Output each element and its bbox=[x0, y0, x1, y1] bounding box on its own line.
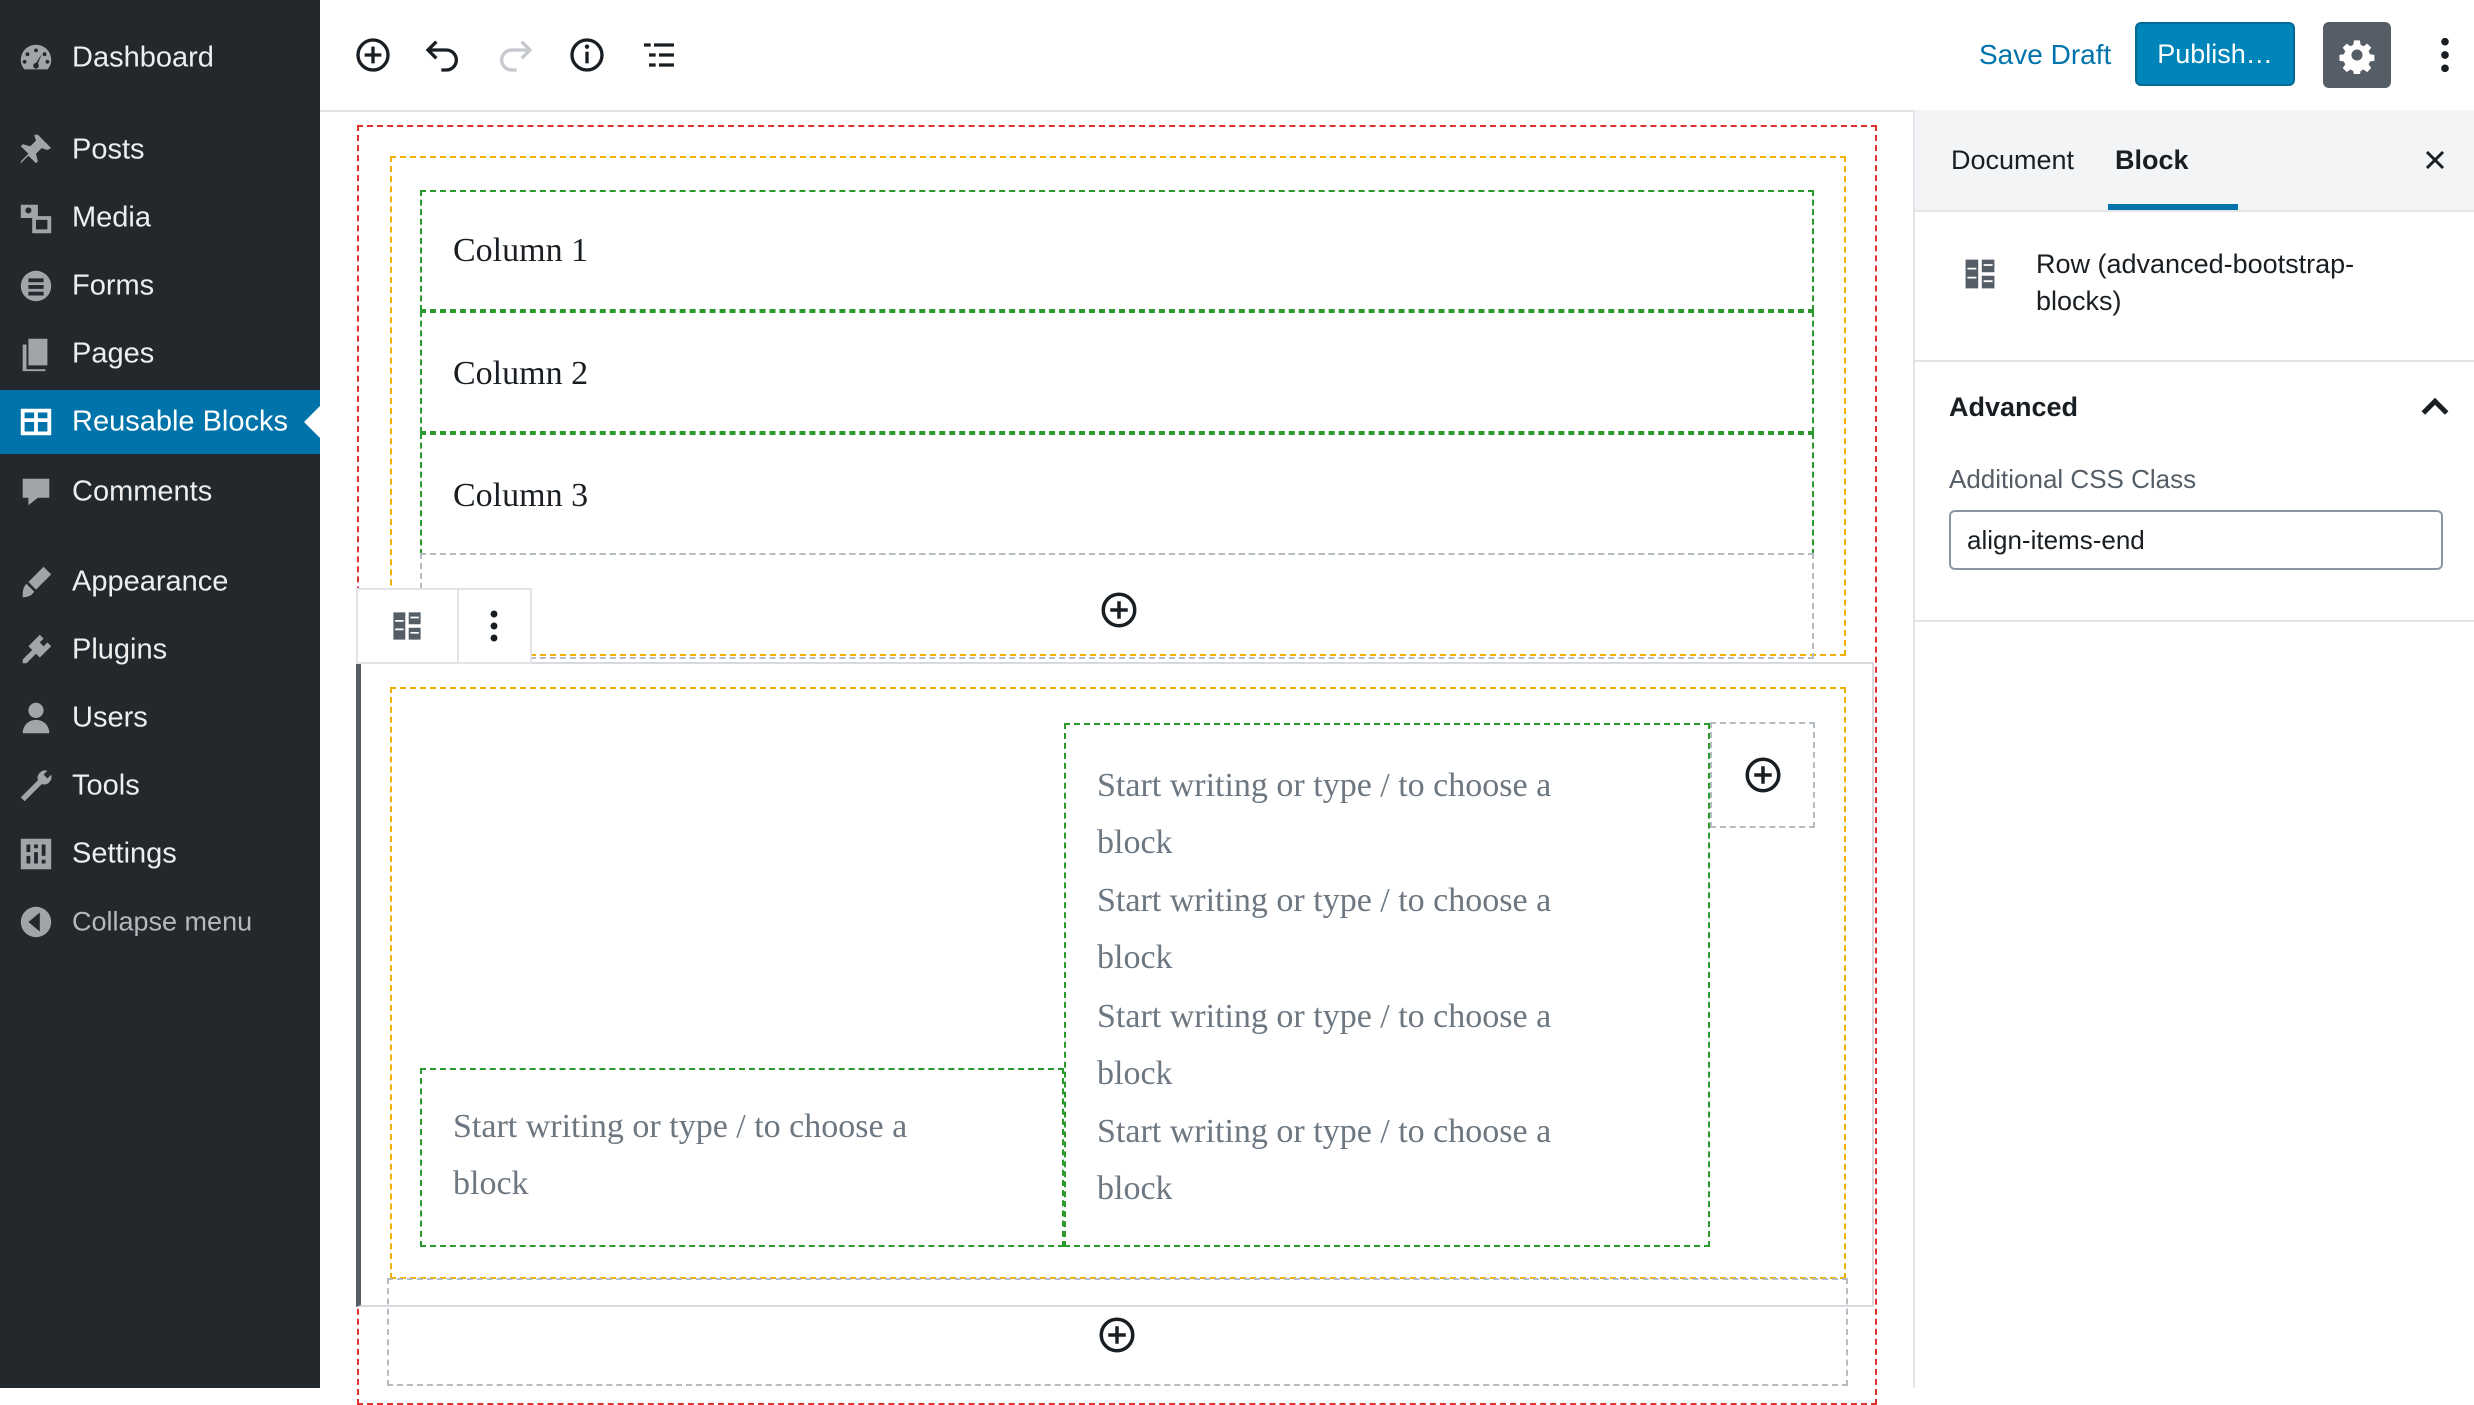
block-toolbar bbox=[356, 588, 532, 664]
pin-icon bbox=[20, 134, 52, 164]
css-class-label: Additional CSS Class bbox=[1949, 464, 2197, 494]
paragraph-placeholder[interactable]: Start writing or type / to choose a block bbox=[1097, 872, 1551, 986]
pages-icon bbox=[22, 338, 48, 372]
menu-item-comments[interactable]: Comments bbox=[0, 460, 320, 524]
column-text[interactable]: Column 2 bbox=[453, 355, 588, 393]
user-icon bbox=[22, 702, 50, 734]
save-draft-button[interactable]: Save Draft bbox=[1979, 30, 2111, 80]
settings-sidebar: Document Block Row (advanced-bootstrap-b… bbox=[1913, 110, 2474, 1388]
collapse-label: Collapse menu bbox=[72, 906, 253, 937]
menu-item-media[interactable]: Media bbox=[0, 186, 320, 250]
menu-label: Dashboard bbox=[72, 41, 214, 74]
menu-label: Comments bbox=[72, 475, 213, 508]
menu-item-settings[interactable]: Settings bbox=[0, 822, 320, 886]
menu-label: Users bbox=[72, 701, 148, 734]
close-sidebar-button[interactable] bbox=[2415, 140, 2455, 180]
forms-icon bbox=[20, 270, 52, 302]
advanced-panel-toggle[interactable]: Advanced bbox=[1949, 392, 2078, 423]
menu-label: Appearance bbox=[72, 565, 229, 598]
menu-label: Media bbox=[72, 201, 151, 234]
redo-button[interactable] bbox=[490, 30, 540, 80]
row-block-icon bbox=[393, 612, 422, 640]
add-block-button[interactable] bbox=[348, 30, 398, 80]
collapse-menu-button[interactable]: Collapse menu bbox=[0, 890, 320, 954]
wrench-icon bbox=[20, 770, 52, 802]
column-block[interactable]: Column 3 bbox=[420, 433, 1814, 555]
row-block-icon bbox=[1965, 259, 1995, 289]
menu-item-dashboard[interactable]: Dashboard bbox=[0, 26, 320, 90]
menu-item-plugins[interactable]: Plugins bbox=[0, 618, 320, 682]
comment-icon bbox=[22, 478, 50, 506]
blocks-icon bbox=[20, 408, 52, 436]
menu-label: Tools bbox=[72, 769, 140, 802]
collapse-icon bbox=[20, 906, 52, 938]
menu-label: Posts bbox=[72, 133, 145, 166]
more-options-button[interactable] bbox=[2420, 30, 2470, 80]
column-text[interactable]: Column 1 bbox=[453, 232, 588, 270]
content-info-button[interactable] bbox=[562, 30, 612, 80]
paragraph-placeholder[interactable]: Start writing or type / to choose a block bbox=[1097, 988, 1551, 1102]
column-block[interactable]: Start writing or type / to choose a block… bbox=[1064, 723, 1710, 1247]
info-icon bbox=[570, 38, 604, 72]
chevron-up-icon[interactable] bbox=[2415, 388, 2455, 428]
menu-item-appearance[interactable]: Appearance bbox=[0, 550, 320, 614]
menu-label: Plugins bbox=[72, 633, 168, 666]
paragraph-placeholder[interactable]: Start writing or type / to choose a block bbox=[1097, 757, 1551, 871]
settings-toggle-button[interactable] bbox=[2323, 22, 2391, 88]
undo-button[interactable] bbox=[418, 30, 468, 80]
column-block[interactable]: Start writing or type / to choose a block bbox=[420, 1068, 1064, 1247]
advanced-panel: Advanced Additional CSS Class bbox=[1915, 362, 2474, 622]
column-text[interactable]: Column 3 bbox=[453, 477, 588, 515]
block-card: Row (advanced-bootstrap-blocks) bbox=[1915, 212, 2474, 362]
paragraph-placeholder[interactable]: Start writing or type / to choose a block bbox=[1097, 1103, 1551, 1217]
list-outline-icon bbox=[644, 43, 674, 67]
more-vertical-icon bbox=[2441, 37, 2449, 73]
menu-item-posts[interactable]: Posts bbox=[0, 118, 320, 182]
brush-icon bbox=[22, 566, 52, 598]
block-type-button[interactable] bbox=[358, 590, 457, 662]
menu-item-forms[interactable]: Forms bbox=[0, 254, 320, 318]
plus-circle-icon[interactable] bbox=[1098, 589, 1140, 631]
menu-label: Settings bbox=[72, 837, 177, 870]
sidebar-tabs: Document Block bbox=[1915, 110, 2474, 212]
menu-label: Reusable Blocks bbox=[72, 405, 288, 438]
menu-label: Forms bbox=[72, 269, 155, 302]
outline-button[interactable] bbox=[634, 30, 684, 80]
editor-toolbar: Save Draft Publish… bbox=[320, 0, 2474, 112]
close-icon bbox=[2425, 150, 2445, 170]
menu-label: Pages bbox=[72, 337, 155, 370]
plus-circle-icon[interactable] bbox=[1096, 1314, 1138, 1356]
tab-block[interactable]: Block bbox=[2115, 110, 2189, 210]
settings-icon bbox=[20, 838, 52, 870]
admin-menu: Dashboard Posts Media Forms Pages Reusab… bbox=[0, 0, 320, 1388]
menu-item-pages[interactable]: Pages bbox=[0, 322, 320, 386]
more-vertical-icon bbox=[490, 610, 498, 642]
menu-item-tools[interactable]: Tools bbox=[0, 754, 320, 818]
block-card-title: Row (advanced-bootstrap-blocks) bbox=[2036, 249, 2355, 316]
redo-icon bbox=[500, 40, 533, 72]
plus-circle-icon[interactable] bbox=[1742, 754, 1784, 796]
media-icon bbox=[20, 204, 52, 234]
css-class-input[interactable] bbox=[1949, 510, 2443, 570]
block-more-options-button[interactable] bbox=[456, 590, 530, 662]
publish-button[interactable]: Publish… bbox=[2135, 22, 2295, 86]
column-block[interactable]: Column 1 bbox=[420, 190, 1814, 311]
plus-circle-icon bbox=[356, 38, 390, 72]
block-appender[interactable] bbox=[420, 553, 1814, 659]
dashboard-icon bbox=[20, 44, 52, 70]
block-appender[interactable] bbox=[1710, 722, 1815, 828]
block-appender[interactable] bbox=[387, 1278, 1848, 1386]
tab-document[interactable]: Document bbox=[1951, 110, 2074, 210]
gear-icon bbox=[2339, 40, 2375, 74]
plugin-icon bbox=[22, 634, 52, 664]
menu-item-reusable-blocks[interactable]: Reusable Blocks bbox=[0, 390, 320, 454]
active-tab-indicator bbox=[2108, 204, 2238, 210]
paragraph-placeholder[interactable]: Start writing or type / to choose a block bbox=[453, 1098, 907, 1212]
column-block[interactable]: Column 2 bbox=[420, 311, 1814, 433]
menu-item-users[interactable]: Users bbox=[0, 686, 320, 750]
undo-icon bbox=[425, 40, 458, 72]
